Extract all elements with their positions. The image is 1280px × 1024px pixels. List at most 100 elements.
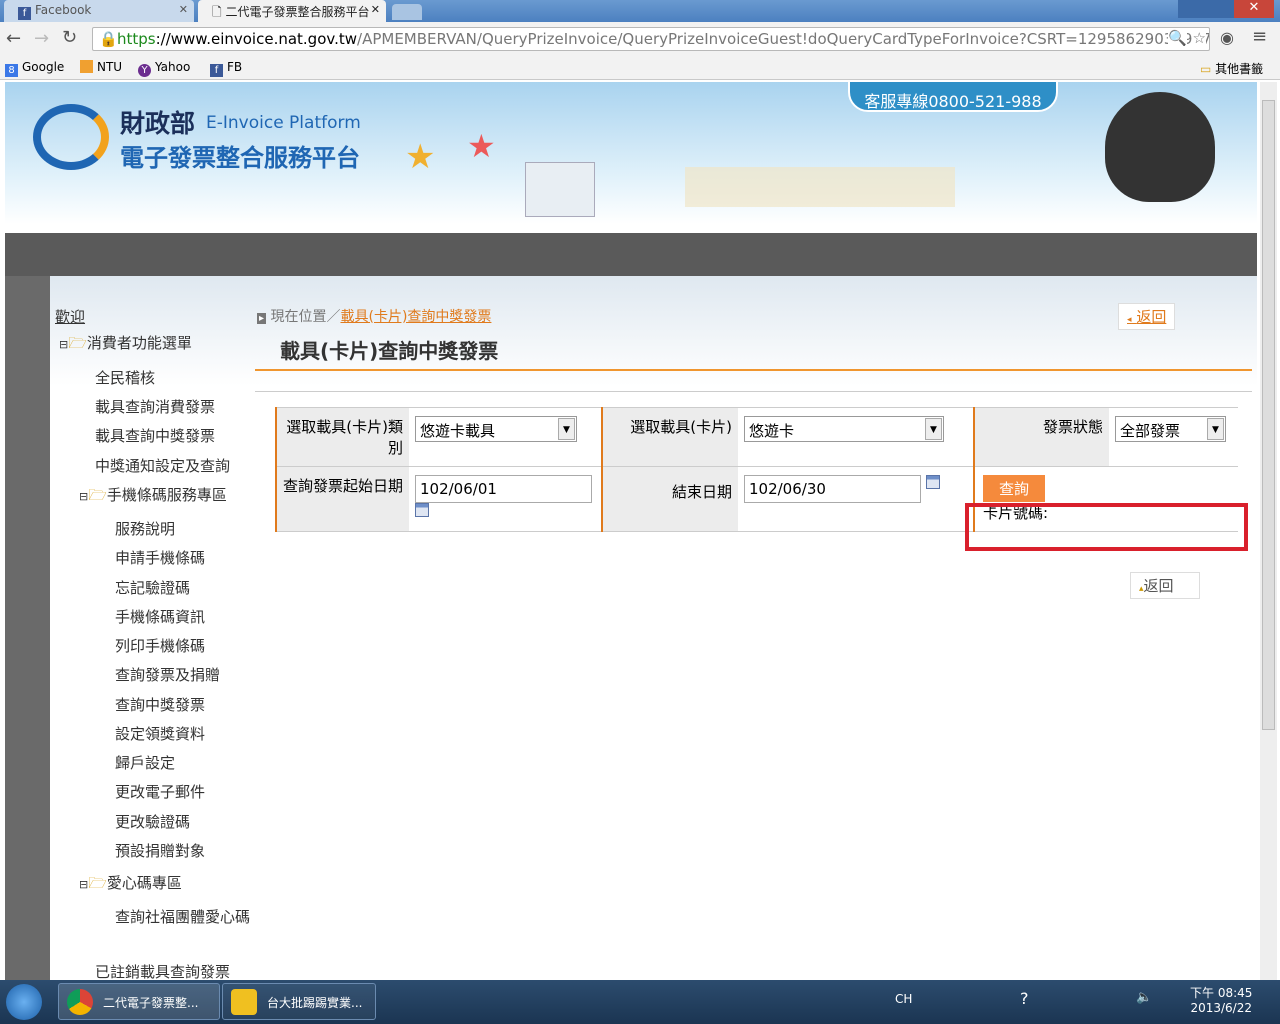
reload-icon[interactable]: ↻ bbox=[62, 27, 77, 48]
clock[interactable]: 下午 08:45 2013/6/22 bbox=[1190, 984, 1252, 1015]
back-button-bottom[interactable]: ▴返回 bbox=[1130, 572, 1200, 599]
start-button[interactable] bbox=[6, 984, 42, 1020]
sidebar-item[interactable]: 申請手機條碼 bbox=[115, 547, 205, 568]
web-page: 財政部 E-Invoice Platform 電子發票整合服務平台 ★ ★ 客服… bbox=[5, 82, 1257, 980]
folder-open-icon: 🗁 bbox=[88, 874, 107, 892]
platform-en: E-Invoice Platform bbox=[206, 113, 361, 133]
collapse-icon: ⊟ bbox=[59, 338, 69, 351]
sidebar-item[interactable]: 已註銷載具查詢發票 bbox=[95, 961, 230, 980]
lock-icon: 🔒 bbox=[99, 30, 118, 48]
end-date-input[interactable]: 102/06/30 bbox=[744, 475, 921, 503]
menu-icon[interactable]: ≡ bbox=[1252, 26, 1267, 47]
taskbar-chrome[interactable]: 二代電子發票整... bbox=[58, 983, 220, 1020]
carrier-select[interactable]: 悠遊卡 ▼ bbox=[744, 416, 944, 442]
sidebar-item[interactable]: 預設捐贈對象 bbox=[115, 840, 205, 861]
help-icon[interactable]: ? bbox=[1020, 989, 1029, 1008]
sidebar-item[interactable]: 查詢中獎發票 bbox=[115, 694, 205, 715]
sidebar-item[interactable]: 查詢社福團體愛心碼 bbox=[115, 906, 255, 928]
town-illustration bbox=[685, 167, 955, 207]
forward-icon[interactable]: → bbox=[34, 28, 49, 49]
sidebar-item[interactable]: 忘記驗證碼 bbox=[115, 577, 190, 598]
back-icon[interactable]: ← bbox=[6, 28, 21, 49]
title-underline bbox=[255, 369, 1252, 371]
sidebar-item[interactable]: 服務說明 bbox=[115, 518, 175, 539]
carrier-type-label: 選取載具(卡片)類別 bbox=[275, 407, 409, 467]
facebook-icon: f bbox=[210, 64, 223, 77]
sidebar-group-mobile[interactable]: ⊟🗁手機條碼服務專區 bbox=[79, 484, 227, 510]
facebook-icon: f bbox=[18, 7, 31, 20]
sidebar-item[interactable]: 載具查詢中獎發票 bbox=[95, 425, 215, 446]
arrow-icon: ▸ bbox=[257, 313, 267, 324]
sidebar-item[interactable]: 載具查詢消費發票 bbox=[95, 396, 215, 417]
folder-open-icon: 🗁 bbox=[68, 334, 87, 352]
other-bookmarks[interactable]: ▭ 其他書籤 bbox=[1200, 60, 1263, 77]
sidebar-item[interactable]: 手機條碼資訊 bbox=[115, 606, 205, 627]
yahoo-icon: Y bbox=[138, 64, 151, 77]
divider bbox=[255, 391, 1252, 392]
close-tab-icon[interactable]: ✕ bbox=[370, 3, 380, 16]
taskbar: 二代電子發票整... 台大批踢踢實業... CH ? 🔈 下午 08:45 201… bbox=[0, 980, 1280, 1024]
collapse-icon: ⊟ bbox=[79, 490, 89, 503]
sidebar-item[interactable]: 更改電子郵件 bbox=[115, 781, 205, 802]
address-bar[interactable]: 🔒 https://www.einvoice.nat.gov.tw/APMEMB… bbox=[92, 27, 1210, 51]
sidebar-welcome[interactable]: 歡迎 bbox=[55, 306, 85, 327]
site-banner: 財政部 E-Invoice Platform 電子發票整合服務平台 ★ ★ 客服… bbox=[5, 82, 1257, 224]
ntu-icon bbox=[80, 60, 93, 73]
content-area bbox=[50, 276, 1257, 980]
new-tab-button[interactable] bbox=[392, 4, 422, 20]
extension-icon[interactable]: ◉ bbox=[1220, 28, 1234, 47]
sidebar-item[interactable]: 全民稽核 bbox=[95, 367, 155, 388]
start-date-label: 查詢發票起始日期 bbox=[275, 466, 409, 532]
scrollbar-thumb[interactable] bbox=[1262, 100, 1275, 730]
sidebar-item[interactable]: 查詢發票及捐贈 bbox=[115, 664, 220, 685]
star-icon[interactable]: ☆ bbox=[1192, 29, 1206, 47]
bookmark-fb[interactable]: f FB bbox=[210, 60, 242, 77]
close-tab-icon[interactable]: ✕ bbox=[179, 3, 188, 16]
google-icon: 8 bbox=[5, 64, 18, 77]
calendar-icon[interactable] bbox=[415, 503, 429, 517]
end-date-label: 結束日期 bbox=[601, 466, 738, 532]
carrier-type-select[interactable]: 悠遊卡載具 ▼ bbox=[415, 416, 577, 442]
status-select[interactable]: 全部發票 ▼ bbox=[1115, 416, 1226, 442]
sidebar-item[interactable]: 中獎通知設定及查詢 bbox=[95, 455, 230, 476]
bookmark-ntu[interactable]: NTU bbox=[80, 60, 122, 74]
sidebar-item[interactable]: 列印手機條碼 bbox=[115, 635, 205, 656]
tab-facebook[interactable]: f Facebook ✕ bbox=[4, 0, 194, 22]
sidebar-item[interactable]: 歸戶設定 bbox=[115, 752, 175, 773]
page-icon: 🗋 bbox=[212, 5, 226, 19]
einvoice-logo-icon bbox=[33, 104, 109, 170]
star-icon: ★ bbox=[467, 127, 496, 165]
city-illustration bbox=[525, 162, 595, 217]
chevron-down-icon: ▼ bbox=[925, 418, 942, 440]
sidebar-item[interactable]: 更改驗證碼 bbox=[115, 811, 190, 832]
bookmark-yahoo[interactable]: Y Yahoo bbox=[138, 60, 190, 77]
calendar-icon[interactable] bbox=[925, 475, 940, 489]
window-close-button[interactable]: ✕ bbox=[1234, 0, 1274, 18]
page-title: 載具(卡片)查詢中獎發票 bbox=[280, 339, 499, 363]
taskbar-pcman[interactable]: 台大批踢踢實業... bbox=[222, 983, 376, 1020]
zoom-icon[interactable]: 🔍 bbox=[1168, 29, 1187, 47]
sidebar-item[interactable]: 設定領獎資料 bbox=[115, 723, 205, 744]
chrome-icon bbox=[67, 989, 93, 1015]
bookmarks-bar: 8 Google NTU Y Yahoo f FB ▭ 其他書籤 bbox=[0, 56, 1280, 80]
start-date-input[interactable]: 102/06/01 bbox=[415, 475, 592, 503]
back-button-top[interactable]: ◂ 返回 bbox=[1118, 303, 1176, 330]
sidebar-root[interactable]: ⊟🗁消費者功能選單 bbox=[59, 332, 192, 358]
bear-mascot bbox=[1105, 92, 1215, 202]
ime-indicator[interactable]: CH bbox=[895, 992, 912, 1006]
query-button[interactable]: 查詢 bbox=[983, 475, 1046, 502]
pcman-icon bbox=[231, 989, 257, 1015]
volume-icon[interactable]: 🔈 bbox=[1136, 990, 1152, 1005]
tab-strip: f Facebook ✕ 🗋 二代電子發票整合服務平台 ✕ ✕ bbox=[0, 0, 1280, 22]
breadcrumb: ▸ 現在位置／載具(卡片)查詢中獎發票 bbox=[257, 309, 492, 325]
breadcrumb-link[interactable]: 載具(卡片)查詢中獎發票 bbox=[340, 309, 491, 325]
chevron-down-icon: ▼ bbox=[558, 418, 575, 440]
star-icon: ★ bbox=[405, 137, 436, 177]
folder-open-icon: 🗁 bbox=[88, 486, 107, 504]
left-strip bbox=[5, 276, 50, 980]
tab-einvoice[interactable]: 🗋 二代電子發票整合服務平台 ✕ bbox=[198, 0, 386, 22]
sidebar-group-love[interactable]: ⊟🗁愛心碼專區 bbox=[79, 872, 182, 898]
bookmark-google[interactable]: 8 Google bbox=[5, 60, 64, 77]
window-controls[interactable]: ✕ bbox=[1178, 0, 1274, 18]
highlight-box bbox=[965, 503, 1248, 551]
